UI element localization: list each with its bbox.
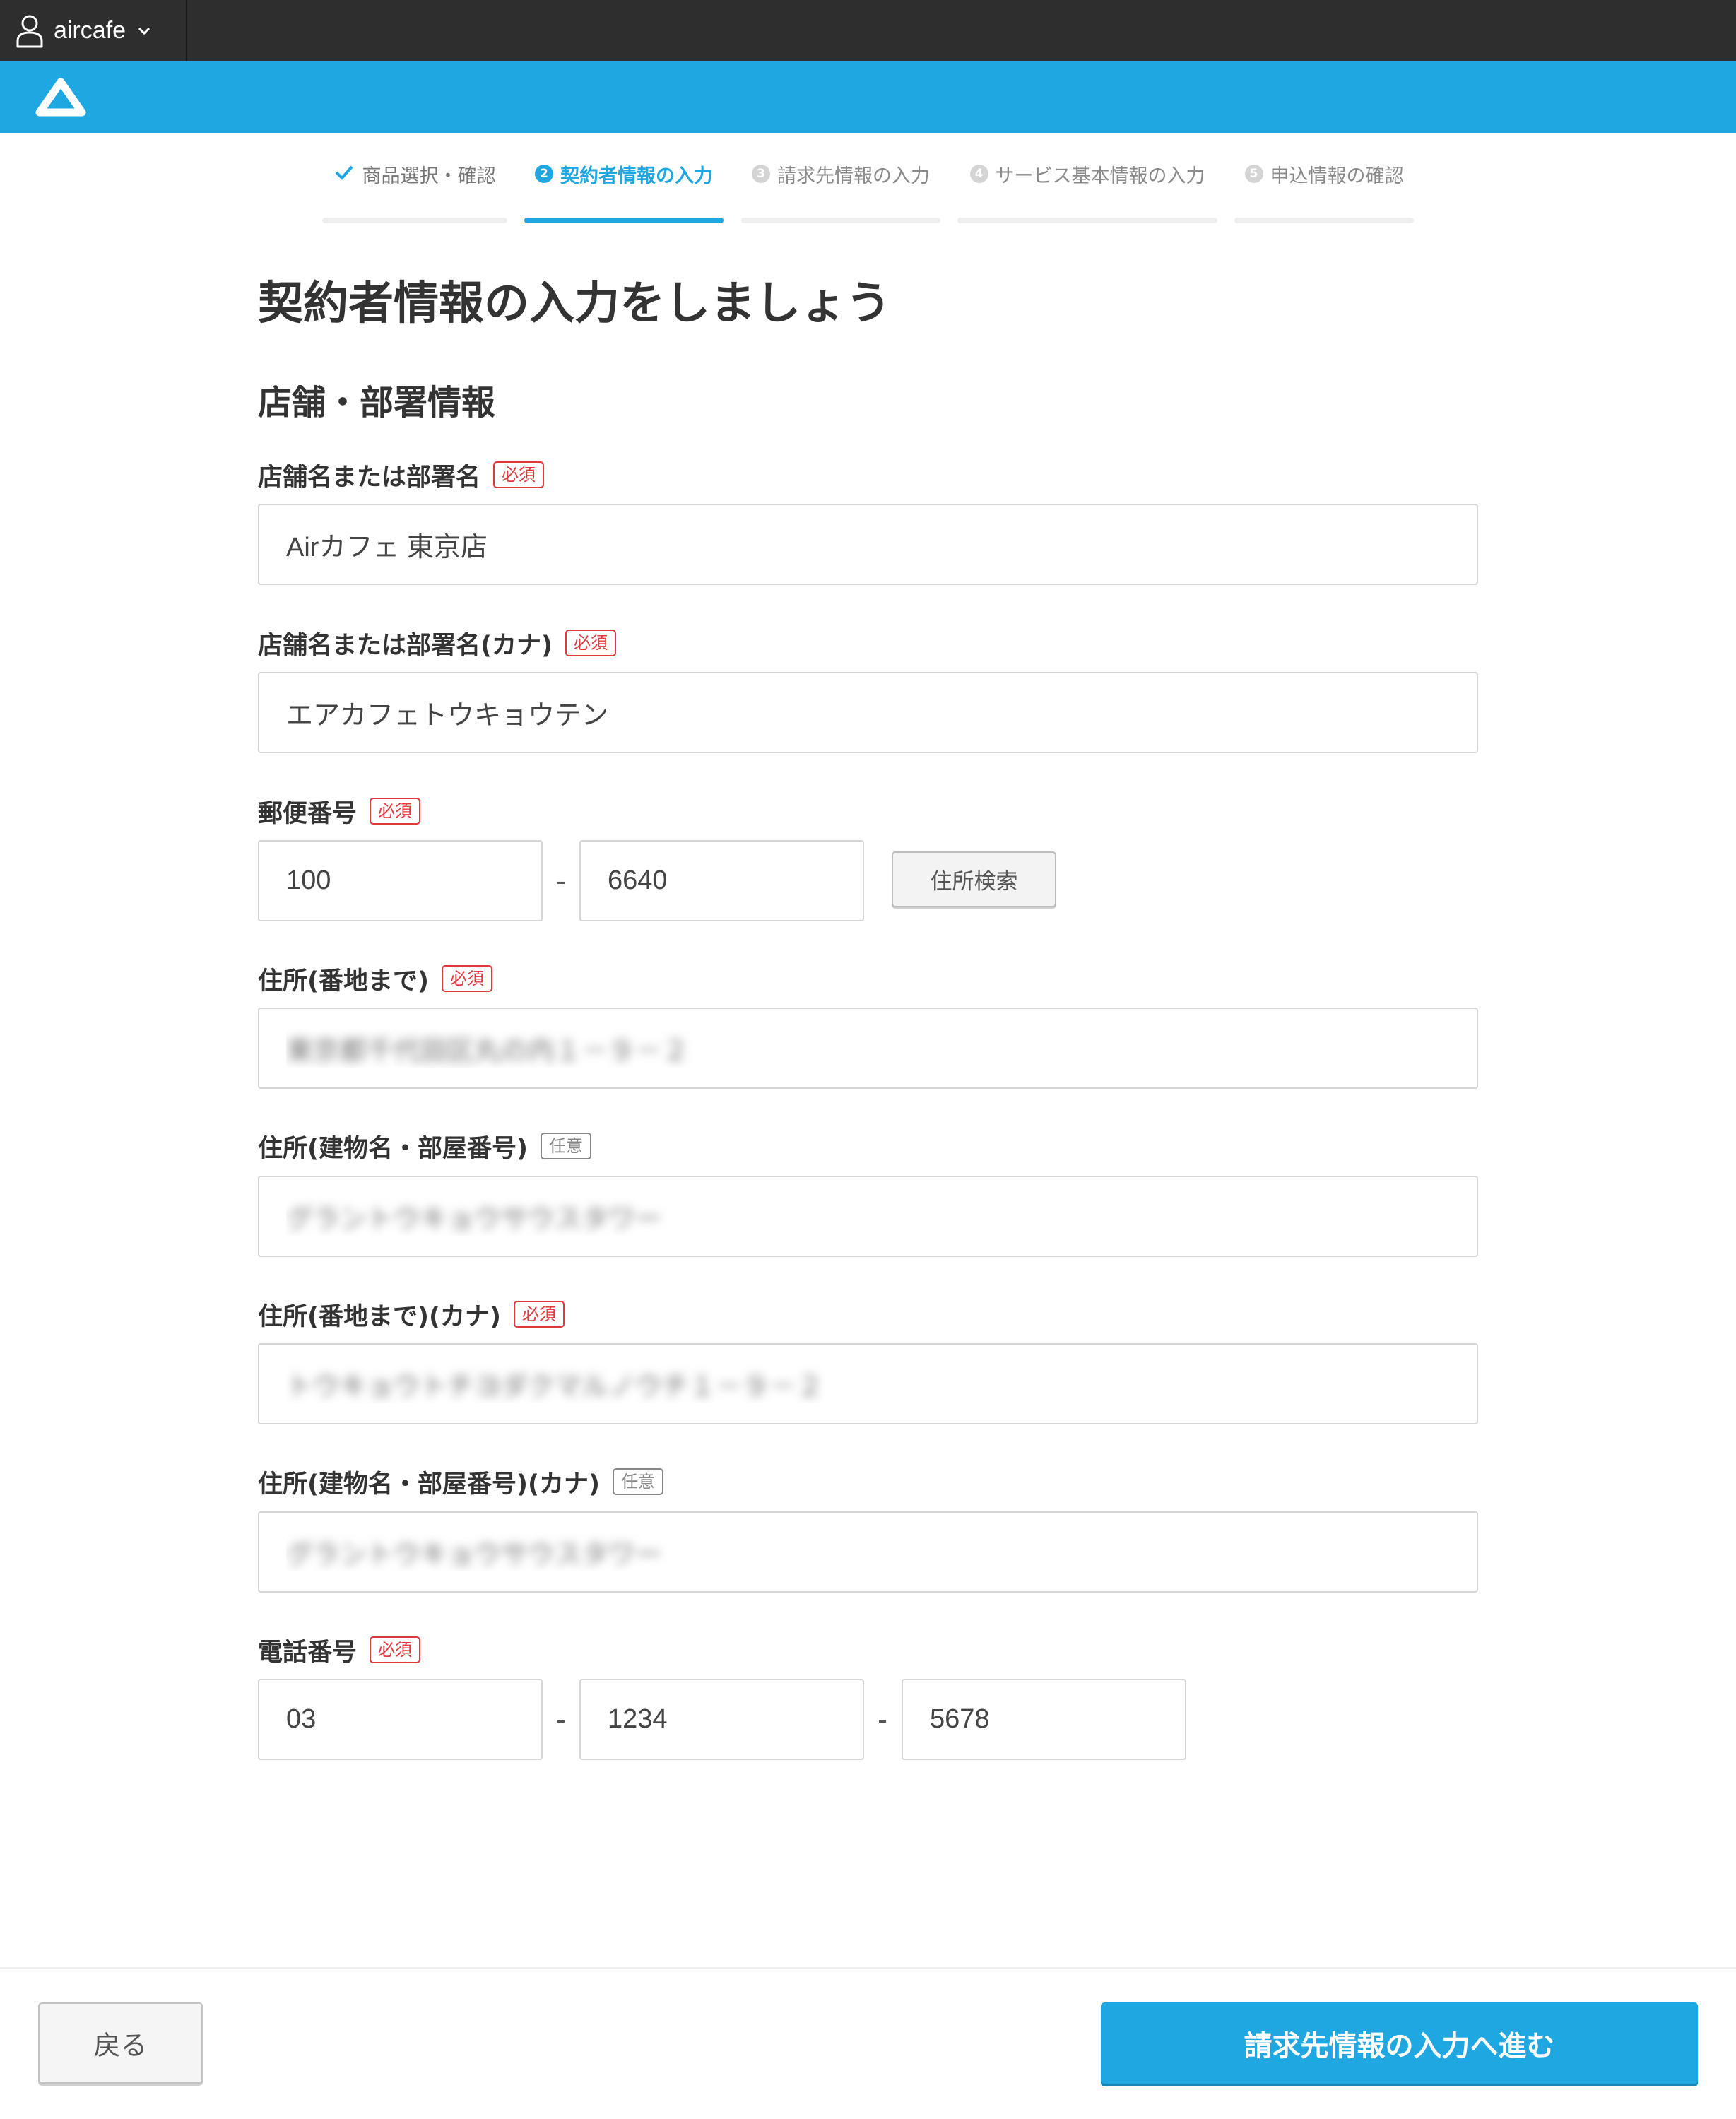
step-progress-bar bbox=[741, 218, 940, 223]
store-name-input[interactable] bbox=[258, 504, 1478, 585]
page-title: 契約者情報の入力をしましょう bbox=[258, 278, 891, 330]
air-logo-icon[interactable] bbox=[35, 77, 86, 121]
address-line1-kana-label: 住所(番地まで)(カナ) 必須 bbox=[258, 1297, 565, 1331]
step-number-badge: 5 bbox=[1244, 165, 1263, 183]
step-number-badge: 2 bbox=[535, 165, 553, 183]
step-label: 請求先情報の入力 bbox=[777, 165, 930, 187]
postal-code-label: 郵便番号 必須 bbox=[258, 794, 421, 828]
postal-code-part2-input[interactable] bbox=[579, 840, 864, 921]
progress-stepper: 商品選択・確認 2 契約者情報の入力 3 請求先情報の入力 4 サービス基本情報… bbox=[322, 157, 1414, 223]
account-name: aircafe bbox=[54, 17, 126, 44]
account-menu[interactable]: aircafe bbox=[0, 0, 187, 61]
footer-divider bbox=[0, 1967, 1736, 1969]
postal-separator: - bbox=[556, 865, 566, 897]
step-label: 商品選択・確認 bbox=[362, 165, 496, 187]
phone-number-label: 電話番号 必須 bbox=[258, 1633, 421, 1667]
step-confirmation: 5 申込情報の確認 bbox=[1234, 157, 1414, 223]
address-line1-kana-input[interactable] bbox=[258, 1343, 1478, 1424]
section-title: 店舗・部署情報 bbox=[258, 383, 496, 423]
phone-part2-input[interactable] bbox=[579, 1679, 864, 1760]
step-label: 申込情報の確認 bbox=[1270, 165, 1404, 187]
address-line2-input[interactable] bbox=[258, 1176, 1478, 1257]
step-contractor-info: 2 契約者情報の入力 bbox=[524, 157, 724, 223]
store-name-kana-input[interactable] bbox=[258, 672, 1478, 753]
address-line2-kana-input[interactable] bbox=[258, 1511, 1478, 1593]
optional-badge: 任意 bbox=[541, 1133, 591, 1159]
address-search-button[interactable]: 住所検索 bbox=[892, 851, 1056, 907]
checkmark-icon bbox=[334, 163, 354, 185]
store-name-label: 店舗名または部署名 必須 bbox=[258, 458, 545, 492]
phone-part3-input[interactable] bbox=[902, 1679, 1186, 1760]
step-progress-bar bbox=[957, 218, 1217, 223]
required-badge: 必須 bbox=[565, 630, 616, 656]
address-line1-input[interactable] bbox=[258, 1008, 1478, 1089]
address-line2-kana-label: 住所(建物名・部屋番号)(カナ) 任意 bbox=[258, 1465, 663, 1499]
step-number-badge: 3 bbox=[752, 165, 770, 183]
required-badge: 必須 bbox=[370, 1636, 421, 1663]
back-button[interactable]: 戻る bbox=[38, 2002, 203, 2084]
required-badge: 必須 bbox=[442, 965, 492, 992]
required-badge: 必須 bbox=[493, 461, 545, 488]
step-label: サービス基本情報の入力 bbox=[995, 165, 1205, 187]
address-line1-label: 住所(番地まで) 必須 bbox=[258, 962, 492, 996]
optional-badge: 任意 bbox=[613, 1468, 663, 1495]
step-label: 契約者情報の入力 bbox=[560, 165, 713, 187]
chevron-down-icon bbox=[137, 26, 151, 36]
step-progress-bar bbox=[524, 218, 724, 223]
store-name-kana-label: 店舗名または部署名(カナ) 必須 bbox=[258, 626, 616, 660]
step-billing-info: 3 請求先情報の入力 bbox=[741, 157, 940, 223]
address-line2-label: 住所(建物名・部屋番号) 任意 bbox=[258, 1129, 591, 1163]
phone-separator: - bbox=[556, 1704, 566, 1735]
brand-header bbox=[0, 61, 1736, 133]
phone-part1-input[interactable] bbox=[258, 1679, 543, 1760]
user-icon bbox=[16, 14, 44, 48]
step-progress-bar bbox=[322, 218, 507, 223]
step-number-badge: 4 bbox=[969, 165, 988, 183]
next-step-button[interactable]: 請求先情報の入力へ進む bbox=[1101, 2002, 1698, 2084]
step-product-selection: 商品選択・確認 bbox=[322, 157, 507, 223]
phone-separator: - bbox=[878, 1704, 887, 1735]
required-badge: 必須 bbox=[370, 798, 421, 825]
step-progress-bar bbox=[1234, 218, 1414, 223]
required-badge: 必須 bbox=[514, 1301, 565, 1328]
account-bar: aircafe bbox=[0, 0, 1736, 61]
postal-code-part1-input[interactable] bbox=[258, 840, 543, 921]
step-service-info: 4 サービス基本情報の入力 bbox=[957, 157, 1217, 223]
